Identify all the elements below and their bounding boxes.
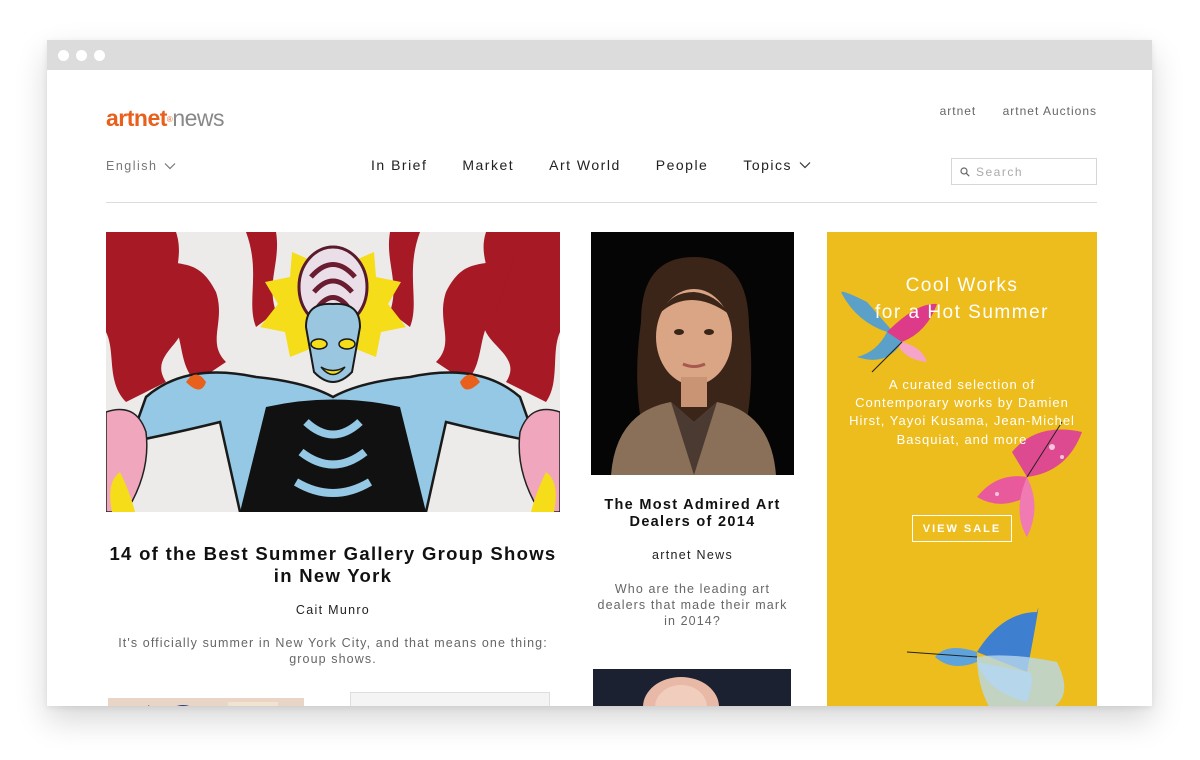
search-input[interactable] (976, 164, 1086, 179)
side-article-author[interactable]: artnet News (591, 548, 794, 562)
view-sale-button[interactable]: VIEW SALE (912, 515, 1012, 542)
header-divider (106, 202, 1097, 203)
article-thumbnail[interactable] (350, 692, 550, 706)
search-box[interactable] (951, 158, 1097, 185)
nav-label: People (655, 157, 709, 173)
ad-title: Cool Works for a Hot Summer (827, 272, 1097, 326)
main-nav: In Brief Market Art World People Topics (371, 157, 846, 173)
side-article-title[interactable]: The Most Admired Art Dealers of 2014 (591, 497, 794, 531)
main-article-image[interactable] (106, 232, 560, 512)
portrait-photo (591, 232, 794, 475)
nav-label: Art World (549, 157, 621, 173)
page-content: artnet®news artnet artnet Auctions Engli… (47, 70, 1152, 706)
logo-brand: artnet (106, 105, 167, 131)
ad-title-line: Cool Works (905, 275, 1019, 296)
browser-window: artnet®news artnet artnet Auctions Engli… (47, 40, 1152, 706)
side-article-image[interactable] (591, 232, 794, 475)
main-article-author[interactable]: Cait Munro (106, 603, 560, 617)
article-thumbnail[interactable] (108, 698, 304, 706)
article-thumbnail[interactable] (593, 669, 791, 706)
nav-label: Market (462, 157, 515, 173)
top-links: artnet artnet Auctions (918, 104, 1097, 118)
top-link-artnet[interactable]: artnet (940, 104, 977, 118)
language-label: English (106, 159, 158, 173)
main-article-excerpt: It's officially summer in New York City,… (118, 636, 548, 666)
window-control-minimize[interactable] (76, 50, 87, 61)
nav-label: In Brief (371, 157, 428, 173)
window-control-maximize[interactable] (94, 50, 105, 61)
top-link-artnet-auctions[interactable]: artnet Auctions (1003, 104, 1097, 118)
nav-item-topics[interactable]: Topics (743, 157, 811, 173)
language-selector[interactable]: English (106, 159, 176, 173)
nav-item-in-brief[interactable]: In Brief (371, 157, 427, 173)
nav-item-people[interactable]: People (656, 157, 709, 173)
chevron-down-icon (164, 163, 175, 170)
chevron-down-icon (799, 162, 811, 169)
search-icon (960, 166, 970, 177)
nav-item-art-world[interactable]: Art World (549, 157, 621, 173)
main-article-title[interactable]: 14 of the Best Summer Gallery Group Show… (106, 543, 560, 587)
side-article-excerpt: Who are the leading art dealers that mad… (597, 582, 788, 628)
nav-label: Topics (743, 157, 793, 173)
illustration-artwork (106, 232, 560, 512)
window-control-close[interactable] (58, 50, 69, 61)
artnet-news-logo[interactable]: artnet®news (106, 105, 225, 131)
thumbnail-artwork (108, 698, 304, 706)
nav-item-market[interactable]: Market (462, 157, 514, 173)
ad-title-line: for a Hot Summer (875, 302, 1049, 323)
logo-registered-mark: ® (166, 115, 173, 124)
thumbnail-artwork (593, 669, 791, 706)
advertisement-banner[interactable]: Cool Works for a Hot Summer A curated se… (827, 232, 1097, 706)
browser-titlebar (47, 40, 1152, 70)
ad-description: A curated selection of Contemporary work… (849, 377, 1075, 447)
logo-suffix: news (172, 105, 225, 131)
